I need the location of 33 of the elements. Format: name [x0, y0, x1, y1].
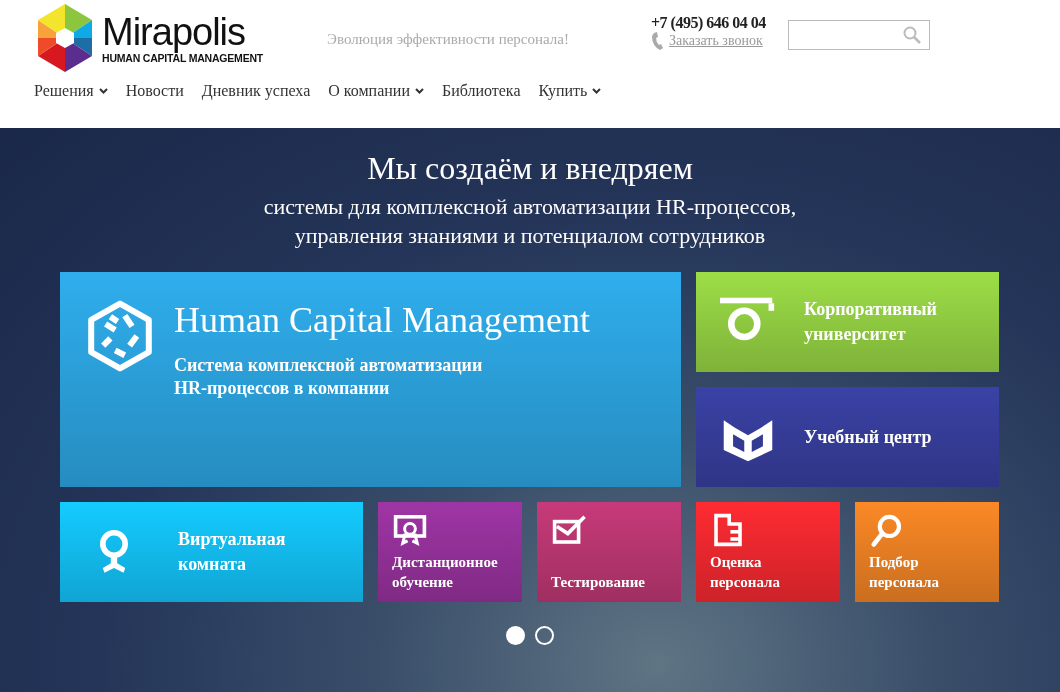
tile-label: Оценка персонала [710, 553, 781, 592]
tile-title: Human Capital Management [174, 299, 590, 342]
tile-label: Виртуальная комната [178, 528, 286, 576]
nav-menu-item[interactable]: О компании [328, 82, 424, 100]
phone-number: +7 (495) 646 04 04 [650, 14, 766, 32]
tile-label: Тестирование [551, 573, 646, 592]
chevron-down-icon [592, 88, 602, 94]
slogan: Эволюция эффективности персонала! [327, 31, 569, 48]
nav-menu-item[interactable]: Новости [125, 82, 184, 100]
tile-label: Учебный центр [804, 425, 932, 449]
tile-description: Система комплексной автоматизации HR-процессов в компании [174, 354, 484, 400]
product-tile[interactable]: Дистанционное обучение [378, 502, 522, 602]
certificate-icon [392, 512, 428, 548]
tile-label: Дистанционное обучение [392, 553, 499, 592]
product-tile[interactable]: Учебный центр [696, 387, 999, 487]
carousel-dot[interactable] [506, 626, 525, 645]
carousel-dot[interactable] [535, 626, 554, 645]
tile-label: Подбор персонала [869, 553, 940, 592]
nav-menu-item[interactable]: Библиотека [441, 82, 521, 100]
phone-icon [650, 32, 663, 50]
nav-menu-item[interactable]: Купить [538, 82, 602, 100]
hero-subtitle: системы для комплексной автоматизации HR-процессов, управления знаниями и потенциалом сотрудников [263, 193, 797, 250]
chevron-down-icon [414, 88, 424, 94]
logo-tagline: HUMAN CAPITAL MANAGEMENT [102, 52, 264, 64]
nav-menu-item[interactable]: Решения [34, 82, 108, 100]
chevron-down-icon [98, 88, 108, 94]
hero-title: Мы создаём и внедряем [367, 149, 693, 188]
product-tile[interactable]: Тестирование [537, 502, 681, 602]
search-field[interactable] [787, 20, 930, 50]
logo-wordmark: Mirapolis [102, 12, 247, 52]
product-tile[interactable]: Оценка персонала [696, 502, 840, 602]
tile-label: Корпоративный университет [804, 298, 937, 346]
nav-menu-item[interactable]: Дневник успеха [201, 82, 311, 100]
